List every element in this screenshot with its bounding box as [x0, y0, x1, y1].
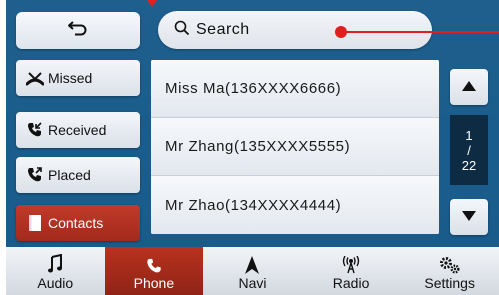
nav-radio[interactable]: Radio [302, 247, 401, 295]
page-total: 22 [461, 157, 477, 173]
triangle-down-icon [462, 208, 476, 226]
annotation-arrow [147, 0, 157, 7]
page-down-button[interactable] [450, 199, 488, 235]
menu-received-label: Received [48, 122, 107, 138]
page-separator: / [467, 142, 471, 158]
gears-icon [439, 252, 461, 274]
annotation-line [340, 31, 499, 33]
contact-list: Miss Ma(136XXXX6666) Mr Zhang(135XXXX555… [151, 60, 439, 234]
menu-contacts-label: Contacts [48, 215, 104, 231]
page-current: 1 [465, 127, 473, 143]
contact-name: Mr Zhang(135XXXX5555) [165, 138, 351, 155]
placed-call-icon [26, 166, 44, 184]
phone-screen: Search Missed Received Placed Contacts M… [6, 0, 499, 295]
return-arrow-icon [67, 19, 89, 42]
bottom-nav: Audio Phone Navi Radio Settings [6, 247, 499, 295]
back-button[interactable] [16, 12, 140, 49]
page-up-button[interactable] [450, 69, 488, 105]
received-call-icon [26, 121, 44, 139]
nav-phone[interactable]: Phone [104, 247, 204, 295]
menu-placed-label: Placed [48, 167, 91, 183]
nav-radio-label: Radio [332, 275, 370, 291]
menu-received[interactable]: Received [16, 112, 140, 148]
menu-missed-label: Missed [48, 70, 93, 86]
menu-contacts[interactable]: Contacts [16, 205, 140, 241]
nav-phone-label: Phone [133, 275, 175, 291]
annotation-dot [335, 26, 347, 38]
search-label: Search [196, 21, 250, 38]
nav-audio[interactable]: Audio [6, 247, 105, 295]
nav-audio-label: Audio [37, 275, 74, 291]
nav-settings-label: Settings [424, 275, 475, 291]
phone-handset-icon [146, 252, 162, 274]
music-note-icon [48, 252, 63, 274]
contacts-book-icon [26, 214, 44, 232]
missed-call-icon [26, 70, 44, 86]
search-box[interactable]: Search [158, 11, 432, 49]
nav-navi[interactable]: Navi [203, 247, 302, 295]
contact-row[interactable]: Mr Zhao(134XXXX4444) [151, 176, 439, 234]
page-indicator: 1 / 22 [450, 115, 488, 185]
menu-placed[interactable]: Placed [16, 157, 140, 193]
radio-antenna-icon [341, 252, 361, 274]
triangle-up-icon [462, 78, 476, 96]
nav-navi-label: Navi [238, 275, 267, 291]
contact-row[interactable]: Miss Ma(136XXXX6666) [151, 60, 439, 118]
nav-settings[interactable]: Settings [400, 247, 499, 295]
contact-row[interactable]: Mr Zhang(135XXXX5555) [151, 118, 439, 176]
magnifier-icon [174, 20, 190, 41]
navigation-arrow-icon [245, 252, 260, 274]
contact-name: Mr Zhao(134XXXX4444) [165, 196, 342, 214]
contact-name: Miss Ma(136XXXX6666) [165, 80, 342, 97]
menu-missed[interactable]: Missed [16, 60, 140, 96]
